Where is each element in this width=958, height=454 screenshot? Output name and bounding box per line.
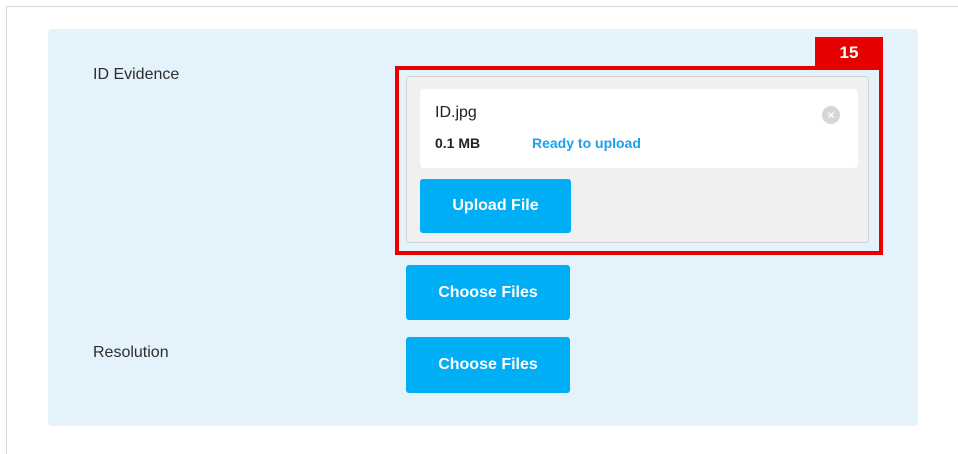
file-card [420, 89, 858, 168]
upload-file-button[interactable]: Upload File [420, 179, 571, 233]
file-name: ID.jpg [435, 104, 477, 121]
choose-files-button-resolution[interactable]: Choose Files [406, 337, 570, 393]
file-size: 0.1 MB [435, 135, 481, 151]
annotation-marker: 15 [815, 37, 883, 69]
close-circle-icon[interactable]: × [822, 106, 840, 124]
upload-status: Ready to upload [532, 135, 641, 151]
resolution-label: Resolution [93, 344, 169, 361]
id-evidence-label: ID Evidence [93, 66, 180, 83]
choose-files-button-id-evidence[interactable]: Choose Files [406, 265, 570, 320]
